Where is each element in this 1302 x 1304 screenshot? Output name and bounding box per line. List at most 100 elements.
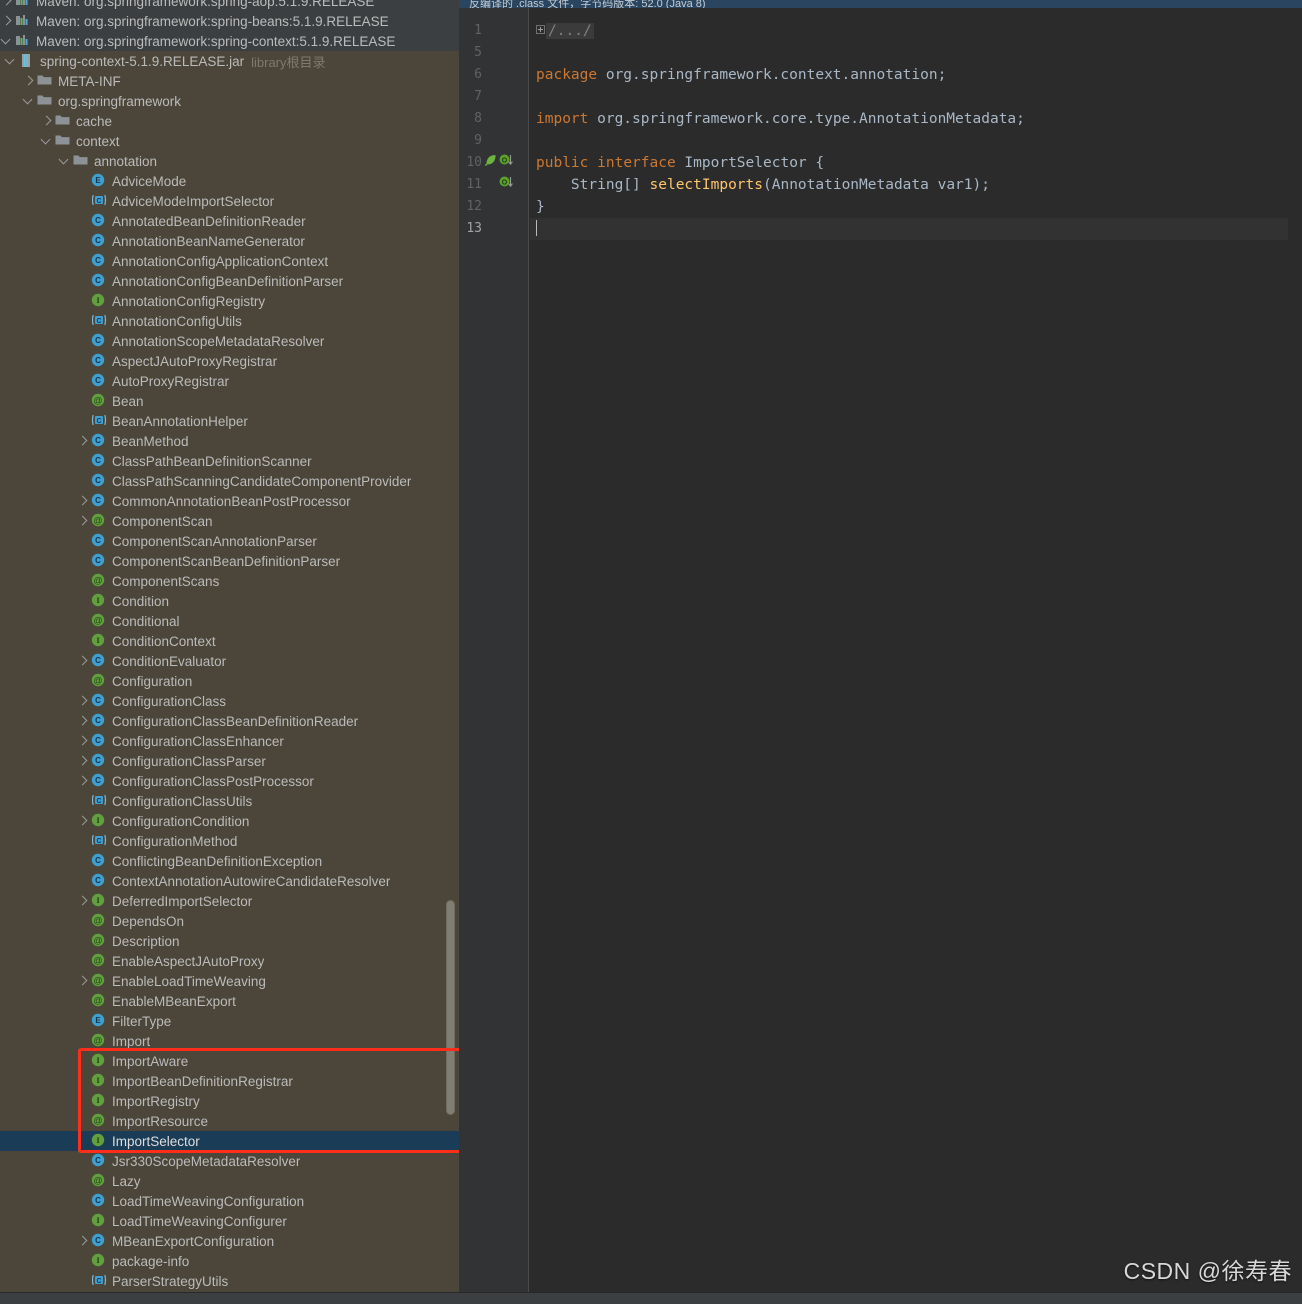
tree-row[interactable]: Maven: org.springframework:spring-aop:5.… bbox=[0, 0, 459, 11]
code-line[interactable] bbox=[530, 218, 1302, 240]
folded-comment[interactable]: /.../ bbox=[546, 23, 594, 39]
tree-row[interactable]: C ConfigurationClassEnhancer bbox=[0, 731, 459, 751]
tree-row[interactable]: C ConfigurationClassPostProcessor bbox=[0, 771, 459, 791]
chevron-right-icon[interactable] bbox=[76, 731, 90, 751]
tree-row[interactable]: context bbox=[0, 131, 459, 151]
tree-row[interactable]: @ EnableLoadTimeWeaving bbox=[0, 971, 459, 991]
chevron-right-icon[interactable] bbox=[76, 651, 90, 671]
tree-row[interactable]: C ClassPathBeanDefinitionScanner bbox=[0, 451, 459, 471]
tree-row[interactable]: C ConfigurationClass bbox=[0, 691, 459, 711]
tree-row[interactable]: C LoadTimeWeavingConfiguration bbox=[0, 1191, 459, 1211]
tree-row[interactable]: @ EnableAspectJAutoProxy bbox=[0, 951, 459, 971]
project-tree-scrollbar[interactable] bbox=[446, 900, 455, 1115]
tree-row[interactable]: I ConfigurationCondition bbox=[0, 811, 459, 831]
code-area[interactable]: /.../ package org.springframework.context… bbox=[530, 8, 1302, 1304]
tree-row[interactable]: META-INF bbox=[0, 71, 459, 91]
code-line[interactable]: package org.springframework.context.anno… bbox=[530, 64, 1302, 86]
tree-row[interactable]: I ImportSelector bbox=[0, 1131, 459, 1151]
spring-bean-icon[interactable] bbox=[483, 153, 498, 173]
tree-row[interactable]: C ParserStrategyUtils bbox=[0, 1271, 459, 1291]
status-bar[interactable] bbox=[0, 1292, 1302, 1304]
tree-row[interactable]: I AnnotationConfigRegistry bbox=[0, 291, 459, 311]
tree-row[interactable]: @ ImportResource bbox=[0, 1111, 459, 1131]
chevron-down-icon[interactable] bbox=[40, 131, 54, 151]
tree-row[interactable]: annotation bbox=[0, 151, 459, 171]
tree-row[interactable]: @ ComponentScans bbox=[0, 571, 459, 591]
tree-row[interactable]: @ Conditional bbox=[0, 611, 459, 631]
chevron-right-icon[interactable] bbox=[76, 711, 90, 731]
chevron-right-icon[interactable] bbox=[76, 971, 90, 991]
tree-row[interactable]: I Condition bbox=[0, 591, 459, 611]
tree-row[interactable]: C ConfigurationClassUtils bbox=[0, 791, 459, 811]
tree-row[interactable]: C ConfigurationClassParser bbox=[0, 751, 459, 771]
chevron-right-icon[interactable] bbox=[0, 11, 14, 31]
tree-row[interactable]: E FilterType bbox=[0, 1011, 459, 1031]
tree-row[interactable]: C ComponentScanAnnotationParser bbox=[0, 531, 459, 551]
chevron-right-icon[interactable] bbox=[76, 751, 90, 771]
tree-row[interactable]: @ DependsOn bbox=[0, 911, 459, 931]
fold-expand-icon[interactable] bbox=[536, 25, 545, 34]
code-line[interactable] bbox=[530, 130, 1302, 152]
tree-row[interactable]: C AutoProxyRegistrar bbox=[0, 371, 459, 391]
implemented-by-icon[interactable]: O bbox=[499, 153, 515, 173]
tree-row[interactable]: I ImportRegistry bbox=[0, 1091, 459, 1111]
tree-row[interactable]: C ConflictingBeanDefinitionException bbox=[0, 851, 459, 871]
tree-row[interactable]: @ Description bbox=[0, 931, 459, 951]
tree-row[interactable]: Maven: org.springframework:spring-contex… bbox=[0, 31, 459, 51]
tree-row[interactable]: @ ComponentScan bbox=[0, 511, 459, 531]
tree-row[interactable]: I ImportBeanDefinitionRegistrar bbox=[0, 1071, 459, 1091]
chevron-right-icon[interactable] bbox=[0, 0, 14, 11]
chevron-down-icon[interactable] bbox=[0, 31, 14, 51]
tree-row[interactable]: E AdviceMode bbox=[0, 171, 459, 191]
code-line[interactable] bbox=[530, 42, 1302, 64]
tree-row[interactable]: C AnnotationConfigBeanDefinitionParser bbox=[0, 271, 459, 291]
tree-row[interactable]: Maven: org.springframework:spring-beans:… bbox=[0, 11, 459, 31]
chevron-right-icon[interactable] bbox=[40, 111, 54, 131]
tree-row[interactable]: Ipackage-info bbox=[0, 1251, 459, 1271]
tree-row[interactable]: C ClassPathScanningCandidateComponentProv… bbox=[0, 471, 459, 491]
tree-row[interactable]: I DeferredImportSelector bbox=[0, 891, 459, 911]
editor-gutter[interactable]: 1 5 6 7 8 9 10 O 11 O 12 13 bbox=[459, 8, 529, 1304]
chevron-right-icon[interactable] bbox=[76, 771, 90, 791]
code-line[interactable]: import org.springframework.core.type.Ann… bbox=[530, 108, 1302, 130]
tree-row[interactable]: cache bbox=[0, 111, 459, 131]
tree-row[interactable]: C BeanAnnotationHelper bbox=[0, 411, 459, 431]
tree-row[interactable]: C CommonAnnotationBeanPostProcessor bbox=[0, 491, 459, 511]
code-line[interactable]: /.../ bbox=[530, 20, 1302, 42]
tree-row[interactable]: C AnnotatedBeanDefinitionReader bbox=[0, 211, 459, 231]
implemented-by-icon[interactable]: O bbox=[499, 175, 515, 195]
tree-row[interactable]: spring-context-5.1.9.RELEASE.jar library根… bbox=[0, 51, 459, 71]
tree-row[interactable]: @ Lazy bbox=[0, 1171, 459, 1191]
tree-row[interactable]: I ImportAware bbox=[0, 1051, 459, 1071]
chevron-right-icon[interactable] bbox=[76, 431, 90, 451]
tree-row[interactable]: org.springframework bbox=[0, 91, 459, 111]
chevron-down-icon[interactable] bbox=[22, 91, 36, 111]
tree-row[interactable]: C ConfigurationClassBeanDefinitionReader bbox=[0, 711, 459, 731]
code-line[interactable]: String[] selectImports(AnnotationMetadat… bbox=[530, 174, 1302, 196]
chevron-right-icon[interactable] bbox=[76, 891, 90, 911]
tree-row[interactable]: @ Bean bbox=[0, 391, 459, 411]
tree-row[interactable]: C ContextAnnotationAutowireCandidateResol… bbox=[0, 871, 459, 891]
tree-row[interactable]: @ Configuration bbox=[0, 671, 459, 691]
tree-row[interactable]: C AnnotationBeanNameGenerator bbox=[0, 231, 459, 251]
tree-row[interactable]: C ConfigurationMethod bbox=[0, 831, 459, 851]
tree-row[interactable]: C BeanMethod bbox=[0, 431, 459, 451]
code-line[interactable] bbox=[530, 86, 1302, 108]
chevron-right-icon[interactable] bbox=[76, 511, 90, 531]
project-tree-panel[interactable]: Maven: org.springframework:spring-aop:5.… bbox=[0, 0, 459, 1304]
chevron-down-icon[interactable] bbox=[4, 51, 18, 71]
gutter-marker-group[interactable]: O bbox=[499, 174, 516, 196]
code-line[interactable]: } bbox=[530, 196, 1302, 218]
tree-row[interactable]: @ Import bbox=[0, 1031, 459, 1051]
code-line[interactable]: public interface ImportSelector { bbox=[530, 152, 1302, 174]
tree-row[interactable]: C ComponentScanBeanDefinitionParser bbox=[0, 551, 459, 571]
tree-row[interactable]: I LoadTimeWeavingConfigurer bbox=[0, 1211, 459, 1231]
tree-row[interactable]: C AnnotationScopeMetadataResolver bbox=[0, 331, 459, 351]
tree-row[interactable]: I ConditionContext bbox=[0, 631, 459, 651]
gutter-marker-group[interactable]: O bbox=[483, 152, 516, 174]
editor-body[interactable]: 1 5 6 7 8 9 10 O 11 O 12 13 /.../ package org.spring… bbox=[459, 8, 1302, 1304]
editor-panel[interactable]: 反编译的 .class 文件，字节码版本: 52.0 (Java 8) 1 5 6 7… bbox=[459, 0, 1302, 1304]
tree-row[interactable]: C AdviceModeImportSelector bbox=[0, 191, 459, 211]
chevron-right-icon[interactable] bbox=[76, 691, 90, 711]
tree-row[interactable]: C MBeanExportConfiguration bbox=[0, 1231, 459, 1251]
